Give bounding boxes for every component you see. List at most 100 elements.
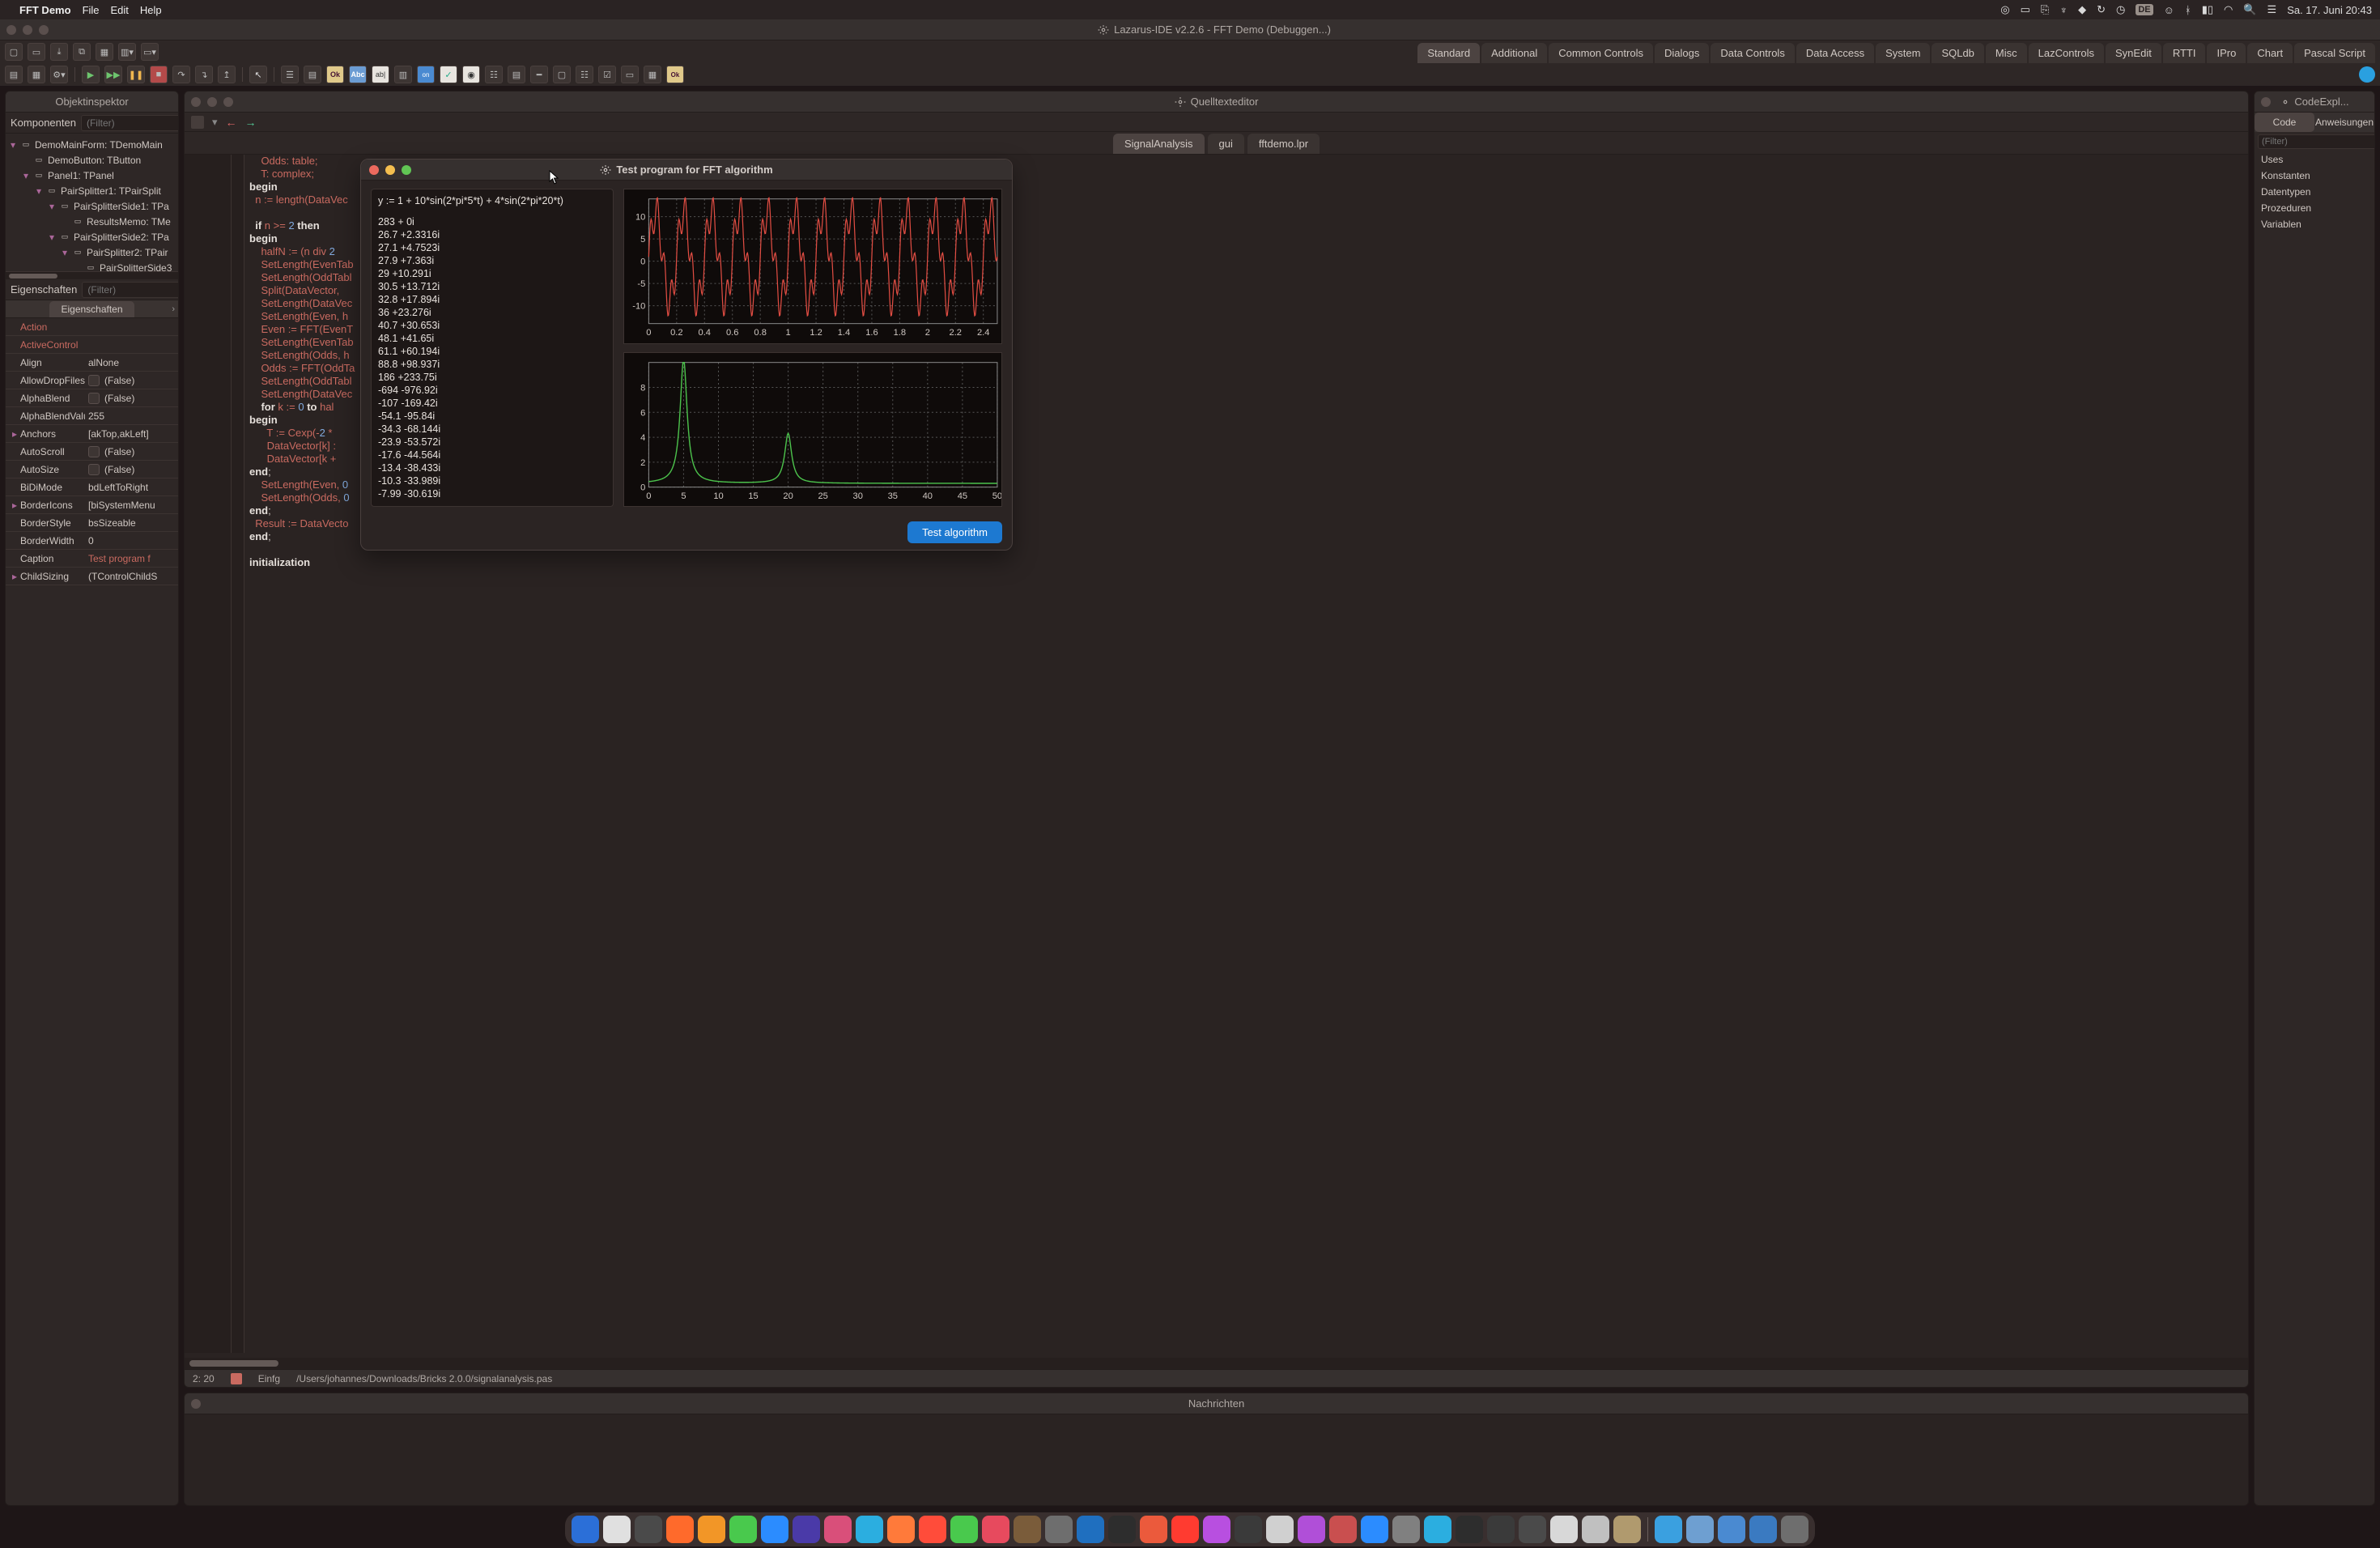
dock-app-icon[interactable]	[1582, 1516, 1609, 1543]
spotlight-icon[interactable]: 🔍	[2243, 3, 2256, 16]
tree-item[interactable]: ▾▭PairSplitter1: TPairSplit	[6, 183, 178, 198]
run-button[interactable]: ▶	[82, 66, 100, 83]
properties-tab[interactable]: Eigenschaften	[49, 301, 134, 317]
palette-tab-additional[interactable]: Additional	[1481, 43, 1547, 63]
dock-app-icon[interactable]	[1266, 1516, 1294, 1543]
property-grid[interactable]: ActionActiveControlAlignalNoneAllowDropF…	[6, 318, 178, 1505]
dock-app-icon[interactable]	[1140, 1516, 1167, 1543]
palette-tab-sqldb[interactable]: SQLdb	[1932, 43, 1983, 63]
code-explorer-item[interactable]: Variablen	[2255, 216, 2374, 232]
nav-forward-button[interactable]: →	[245, 116, 257, 129]
pause-button[interactable]: ❚❚	[127, 66, 145, 83]
input-source-badge[interactable]: DE	[2136, 4, 2153, 15]
properties-filter-input[interactable]	[82, 282, 179, 298]
tool-new-form[interactable]: ▥▾	[118, 43, 136, 61]
comp-memo[interactable]: ▥	[394, 66, 412, 83]
dock-app-icon[interactable]	[1424, 1516, 1451, 1543]
clock-icon[interactable]: ◷	[2116, 3, 2125, 16]
tree-item[interactable]: ▾▭PairSplitterSide1: TPa	[6, 198, 178, 214]
dock-app-icon[interactable]	[919, 1516, 946, 1543]
tool-open[interactable]: ▭	[28, 43, 45, 61]
menu-edit[interactable]: Edit	[111, 4, 129, 16]
palette-tab-data-access[interactable]: Data Access	[1796, 43, 1874, 63]
demo-titlebar[interactable]: Test program for FFT algorithm	[361, 159, 1012, 181]
code-explorer-item[interactable]: Prozeduren	[2255, 200, 2374, 216]
property-row[interactable]: BorderWidth0	[6, 532, 178, 550]
dock-app-icon[interactable]	[1550, 1516, 1578, 1543]
code-explorer-item[interactable]: Konstanten	[2255, 168, 2374, 184]
step-over-button[interactable]: ↷	[172, 66, 190, 83]
tuning-fork-icon[interactable]: ♆	[2059, 4, 2068, 16]
property-row[interactable]: Action	[6, 318, 178, 336]
tool-new-unit[interactable]: ▦	[96, 43, 113, 61]
palette-tab-rtti[interactable]: RTTI	[2163, 43, 2206, 63]
status-icon[interactable]: ◎	[2000, 3, 2009, 16]
dock-app-icon[interactable]	[729, 1516, 757, 1543]
property-row[interactable]: ▸Anchors[akTop,akLeft]	[6, 425, 178, 443]
test-algorithm-button[interactable]: Test algorithm	[907, 521, 1002, 543]
tool-new[interactable]: ▢	[5, 43, 23, 61]
dock-app-icon[interactable]	[793, 1516, 820, 1543]
dock-app-icon[interactable]	[1487, 1516, 1515, 1543]
sync-icon[interactable]: ↻	[2097, 3, 2106, 16]
property-row[interactable]: AlphaBlendValu255	[6, 407, 178, 425]
zoom-button[interactable]	[402, 165, 411, 175]
nav-back-button[interactable]: ←	[226, 116, 237, 129]
dock-app-icon[interactable]	[1456, 1516, 1483, 1543]
tool-options[interactable]: ⚙▾	[50, 66, 68, 83]
palette-more-button[interactable]	[2359, 66, 2375, 83]
dock-app-icon[interactable]	[1781, 1516, 1808, 1543]
property-row[interactable]: CaptionTest program f	[6, 550, 178, 568]
code-explorer-item[interactable]: Datentypen	[2255, 184, 2374, 200]
code-explorer-tab[interactable]: Anweisungen	[2314, 113, 2374, 132]
comp-combobox[interactable]: ▤	[508, 66, 525, 83]
comp-frame[interactable]: ▦	[644, 66, 661, 83]
editor-dropdown[interactable]: ▾	[212, 116, 218, 129]
tree-item[interactable]: ▭ResultsMemo: TMe	[6, 214, 178, 229]
dock-app-icon[interactable]	[1045, 1516, 1073, 1543]
menu-help[interactable]: Help	[140, 4, 162, 16]
component-tree-scrollbar[interactable]	[6, 271, 178, 279]
tree-item[interactable]: ▾▭DemoMainForm: TDemoMain	[6, 137, 178, 152]
dock-app-icon[interactable]	[1655, 1516, 1682, 1543]
stop-button[interactable]: ■	[150, 66, 168, 83]
minimize-button[interactable]	[385, 165, 395, 175]
dock-app-icon[interactable]	[950, 1516, 978, 1543]
dock-app-icon[interactable]	[1718, 1516, 1745, 1543]
editor-toolbar-button[interactable]	[191, 116, 204, 129]
dock-app-icon[interactable]	[1077, 1516, 1104, 1543]
palette-tab-chart[interactable]: Chart	[2247, 43, 2293, 63]
dropbox-icon[interactable]: ◆	[2078, 3, 2086, 16]
dock-app-icon[interactable]	[603, 1516, 631, 1543]
dock-app-icon[interactable]	[856, 1516, 883, 1543]
menu-clock[interactable]: Sa. 17. Juni 20:43	[2287, 4, 2372, 16]
palette-tab-lazcontrols[interactable]: LazControls	[2029, 43, 2104, 63]
palette-tab-system[interactable]: System	[1876, 43, 1930, 63]
dock-app-icon[interactable]	[1298, 1516, 1325, 1543]
dock-app-icon[interactable]	[1108, 1516, 1136, 1543]
comp-radiogroup[interactable]: ☷	[576, 66, 593, 83]
code-scrollbar[interactable]	[185, 1358, 2248, 1369]
properties-tab-overflow[interactable]: ›	[172, 304, 175, 314]
editor-tab[interactable]: gui	[1208, 134, 1244, 154]
comp-label[interactable]: Abc	[349, 66, 367, 83]
tree-item[interactable]: ▭PairSplitterSide3	[6, 260, 178, 271]
wifi-icon[interactable]: ◠	[2224, 3, 2233, 16]
code-explorer-tab[interactable]: Code	[2255, 113, 2314, 132]
tool-save[interactable]: ⤓	[50, 43, 68, 61]
tool-units[interactable]: ▤	[5, 66, 23, 83]
comp-toggle[interactable]: on	[417, 66, 435, 83]
close-button[interactable]	[369, 165, 379, 175]
tree-item[interactable]: ▭DemoButton: TButton	[6, 152, 178, 168]
tool-toggle-form[interactable]: ▭▾	[141, 43, 159, 61]
editor-tab[interactable]: fftdemo.lpr	[1247, 134, 1320, 154]
dock-app-icon[interactable]	[1749, 1516, 1777, 1543]
property-row[interactable]: AlignalNone	[6, 354, 178, 372]
dock-app-icon[interactable]	[1361, 1516, 1388, 1543]
property-row[interactable]: ActiveControl	[6, 336, 178, 354]
comp-scrollbar[interactable]: ━	[530, 66, 548, 83]
results-memo[interactable]: y := 1 + 10*sin(2*pi*5*t) + 4*sin(2*pi*2…	[371, 189, 614, 507]
tool-save-all[interactable]: ⧉	[73, 43, 91, 61]
dock-app-icon[interactable]	[1613, 1516, 1641, 1543]
dock-app-icon[interactable]	[666, 1516, 694, 1543]
